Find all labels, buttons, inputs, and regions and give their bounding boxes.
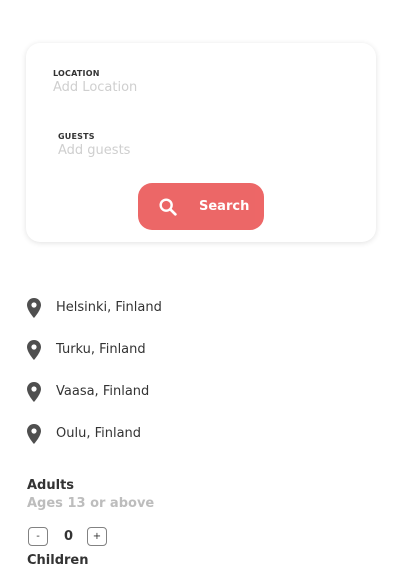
adults-subtitle: Ages 13 or above: [27, 496, 155, 511]
guests-input[interactable]: [58, 143, 278, 158]
search-button-label: Search: [199, 199, 250, 214]
location-label: LOCATION: [53, 69, 100, 78]
location-item-label: Oulu, Finland: [56, 426, 142, 441]
search-card: LOCATION GUESTS Search: [26, 43, 376, 242]
location-item-helsinki[interactable]: Helsinki, Finland: [27, 296, 277, 320]
location-item-label: Turku, Finland: [56, 342, 146, 357]
guests-label: GUESTS: [58, 132, 95, 141]
location-pin-icon: [27, 340, 41, 360]
location-item-turku[interactable]: Turku, Finland: [27, 338, 277, 362]
location-pin-icon: [27, 424, 41, 444]
location-item-vaasa[interactable]: Vaasa, Finland: [27, 380, 277, 404]
location-pin-icon: [27, 298, 41, 318]
location-item-oulu[interactable]: Oulu, Finland: [27, 422, 277, 446]
adults-increment-button[interactable]: +: [87, 527, 107, 546]
location-pin-icon: [27, 382, 41, 402]
search-button[interactable]: Search: [138, 183, 264, 230]
adults-decrement-button[interactable]: -: [28, 527, 48, 546]
location-input[interactable]: [53, 80, 273, 95]
location-item-label: Vaasa, Finland: [56, 384, 150, 399]
location-item-label: Helsinki, Finland: [56, 300, 162, 315]
adults-count: 0: [64, 529, 74, 544]
search-icon: [159, 198, 177, 216]
adults-title: Adults: [27, 478, 75, 493]
